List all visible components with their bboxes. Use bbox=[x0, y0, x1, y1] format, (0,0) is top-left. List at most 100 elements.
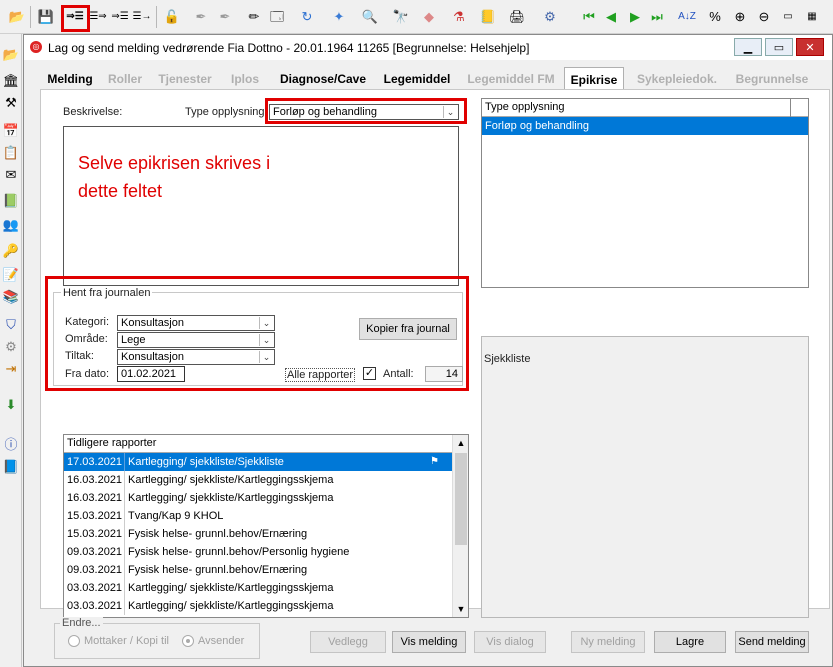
refresh-icon[interactable]: ↻ bbox=[298, 8, 316, 26]
notes-icon[interactable]: 📒 bbox=[479, 8, 497, 26]
first-record-icon[interactable]: ⏮ bbox=[580, 8, 598, 26]
mottaker-radio[interactable] bbox=[68, 635, 80, 647]
endre-group-label: Endre... bbox=[60, 617, 103, 629]
tidligere-rapporter-list[interactable]: Tidligere rapporter 17.03.2021 Kartleggi… bbox=[63, 434, 469, 618]
mail-icon[interactable]: ✉ bbox=[2, 166, 20, 184]
next-record-icon[interactable]: ▶ bbox=[626, 8, 644, 26]
folder-icon[interactable]: 📂 bbox=[2, 46, 20, 64]
help-icon[interactable]: ⓘ bbox=[2, 434, 20, 452]
forward-list-icon[interactable]: ☰⇒ bbox=[89, 8, 107, 26]
table-row[interactable]: 15.03.2021 Tvang/Kap 9 KHOL bbox=[64, 507, 452, 525]
vis-melding-button[interactable]: Vis melding bbox=[392, 631, 466, 653]
sort-az-icon[interactable]: A↓Z bbox=[678, 8, 696, 26]
close-button[interactable]: ✕ bbox=[796, 38, 824, 56]
building-icon[interactable]: 🏛 bbox=[2, 72, 20, 90]
epikrise-panel: Beskrivelse: Type opplysning: Forløp og … bbox=[40, 89, 830, 618]
tab-diagnose-cave[interactable]: Diagnose/Cave bbox=[276, 69, 370, 89]
tab-legemiddel-fm[interactable]: Legemiddel FM bbox=[464, 69, 558, 89]
last-record-icon[interactable]: ⏭ bbox=[648, 8, 666, 26]
manual-icon[interactable]: 📘 bbox=[2, 458, 20, 476]
toolbar-separator bbox=[156, 6, 157, 28]
table-row[interactable]: 03.03.2021 Kartlegging/ sjekkliste/Kartle… bbox=[64, 579, 452, 597]
left-toolbar: 📂 🏛 ⚒ 📅 📋 ✉ 📗 👥 🔑 📝 📚 ⛉ ⚙ ⇥ ⬇ ⓘ 📘 bbox=[0, 34, 22, 667]
tab-epikrise[interactable]: Epikrise bbox=[564, 67, 624, 91]
epikrise-editor[interactable]: Selve epikrisen skrives i dette feltet bbox=[63, 126, 459, 286]
lagre-button[interactable]: Lagre bbox=[654, 631, 726, 653]
rapporter-rows: 17.03.2021 Kartlegging/ sjekkliste/Sjekk… bbox=[64, 453, 452, 617]
open-folder-icon[interactable]: 📂 bbox=[8, 8, 26, 26]
vis-dialog-button[interactable]: Vis dialog bbox=[474, 631, 546, 653]
table-row[interactable]: 15.03.2021 Fysisk helse- grunnl.behov/Ern… bbox=[64, 525, 452, 543]
clipboard-icon[interactable]: 📋 bbox=[2, 144, 20, 162]
tools-icon[interactable]: ⚒ bbox=[2, 94, 20, 112]
editor-annotation: Selve epikrisen skrives i dette feltet bbox=[78, 149, 270, 205]
eraser-icon[interactable]: ◆ bbox=[420, 8, 438, 26]
table-row[interactable]: 03.03.2021 Kartlegging/ sjekkliste/Kartle… bbox=[64, 597, 452, 615]
table-row[interactable]: 16.03.2021 Kartlegging/ sjekkliste/Kartle… bbox=[64, 471, 452, 489]
mottaker-label: Mottaker / Kopi til bbox=[84, 635, 169, 647]
ny-melding-button[interactable]: Ny melding bbox=[571, 631, 645, 653]
ruler-icon[interactable]: ▭ bbox=[779, 8, 797, 26]
wrench-icon[interactable]: ⚙ bbox=[541, 8, 559, 26]
type-list-item[interactable]: Forløp og behandling bbox=[482, 117, 808, 135]
sjekkliste-panel: Sjekkliste bbox=[481, 336, 809, 618]
search-icon[interactable]: 🔍 bbox=[361, 8, 379, 26]
tab-roller[interactable]: Roller bbox=[104, 69, 146, 89]
table-row[interactable]: 17.03.2021 Kartlegging/ sjekkliste/Sjekk… bbox=[64, 453, 452, 471]
minimize-button[interactable]: ▁ bbox=[734, 38, 762, 56]
download-icon[interactable]: ⬇ bbox=[2, 396, 20, 414]
row-date: 03.03.2021 bbox=[67, 582, 123, 594]
pen-double-icon[interactable]: ✒ bbox=[216, 8, 234, 26]
grid-icon[interactable]: ▦ bbox=[803, 8, 821, 26]
key-icon[interactable]: 🔑 bbox=[2, 242, 20, 260]
tab-iplos[interactable]: Iplos bbox=[224, 69, 266, 89]
tab-tjenester[interactable]: Tjenester bbox=[154, 69, 216, 89]
exit-icon[interactable]: ⇥ bbox=[2, 360, 20, 378]
tab-sykepleiedok[interactable]: Sykepleiedok. bbox=[630, 69, 724, 89]
percent-icon[interactable]: % bbox=[706, 8, 724, 26]
scroll-up-icon[interactable]: ▲ bbox=[453, 435, 468, 451]
table-row[interactable]: 09.03.2021 Fysisk helse- grunnl.behov/Per… bbox=[64, 543, 452, 561]
table-row[interactable]: 09.03.2021 Fysisk helse- grunnl.behov/Ern… bbox=[64, 561, 452, 579]
book-icon[interactable]: 📗 bbox=[2, 192, 20, 210]
table-row[interactable]: 16.03.2021 Kartlegging/ sjekkliste/Kartle… bbox=[64, 489, 452, 507]
pen-icon[interactable]: ✒ bbox=[192, 8, 210, 26]
tab-melding[interactable]: Melding bbox=[42, 69, 98, 89]
highlight-send-message bbox=[61, 5, 90, 32]
avsender-radio[interactable] bbox=[182, 635, 194, 647]
microscope-icon[interactable]: ⚗ bbox=[450, 8, 468, 26]
shield-icon[interactable]: ⛉ bbox=[2, 316, 20, 334]
people-icon[interactable]: 👥 bbox=[2, 216, 20, 234]
print-icon[interactable]: 🖨 bbox=[508, 8, 526, 26]
previous-record-icon[interactable]: ◀ bbox=[602, 8, 620, 26]
type-opplysning-list[interactable]: Type opplysning Forløp og behandling bbox=[481, 98, 809, 288]
calendar-icon[interactable]: 📅 bbox=[2, 122, 20, 140]
maximize-button[interactable]: ▭ bbox=[765, 38, 793, 56]
gear-icon[interactable]: ⚙ bbox=[2, 338, 20, 356]
highlight-type-opplysning bbox=[265, 98, 467, 124]
books-icon[interactable]: 📚 bbox=[2, 288, 20, 306]
checklist-icon[interactable]: 📝 bbox=[2, 266, 20, 284]
vedlegg-button[interactable]: Vedlegg bbox=[310, 631, 386, 653]
card-icon[interactable]: 🗔 bbox=[268, 8, 286, 26]
zoom-out-icon[interactable]: ⊖ bbox=[755, 8, 773, 26]
send-melding-button[interactable]: Send melding bbox=[735, 631, 809, 653]
save-icon[interactable]: 💾 bbox=[37, 8, 55, 26]
scroll-down-icon[interactable]: ▼ bbox=[453, 601, 468, 617]
row-date: 09.03.2021 bbox=[67, 546, 123, 558]
bulb-icon[interactable]: ✦ bbox=[330, 8, 348, 26]
binoculars-icon[interactable]: 🔭 bbox=[392, 8, 410, 26]
avsender-label: Avsender bbox=[198, 635, 245, 647]
annotation-line-2: dette feltet bbox=[78, 181, 163, 201]
tab-begrunnelse[interactable]: Begrunnelse bbox=[730, 69, 814, 89]
scroll-thumb[interactable] bbox=[455, 453, 467, 545]
pencil-icon[interactable]: ✏ bbox=[245, 8, 263, 26]
tab-legemiddel[interactable]: Legemiddel bbox=[380, 69, 454, 89]
highlight-hent-fra-journalen bbox=[45, 276, 469, 391]
lock-icon[interactable]: 🔓 bbox=[163, 8, 181, 26]
list-arrow-icon[interactable]: ⇒☰ bbox=[111, 8, 129, 26]
message-window: ◎ Lag og send melding vedrørende Fia Dot… bbox=[23, 34, 833, 667]
zoom-in-icon[interactable]: ⊕ bbox=[731, 8, 749, 26]
list-out-icon[interactable]: ☰→ bbox=[133, 8, 152, 26]
vertical-scrollbar[interactable]: ▲ ▼ bbox=[452, 435, 468, 617]
